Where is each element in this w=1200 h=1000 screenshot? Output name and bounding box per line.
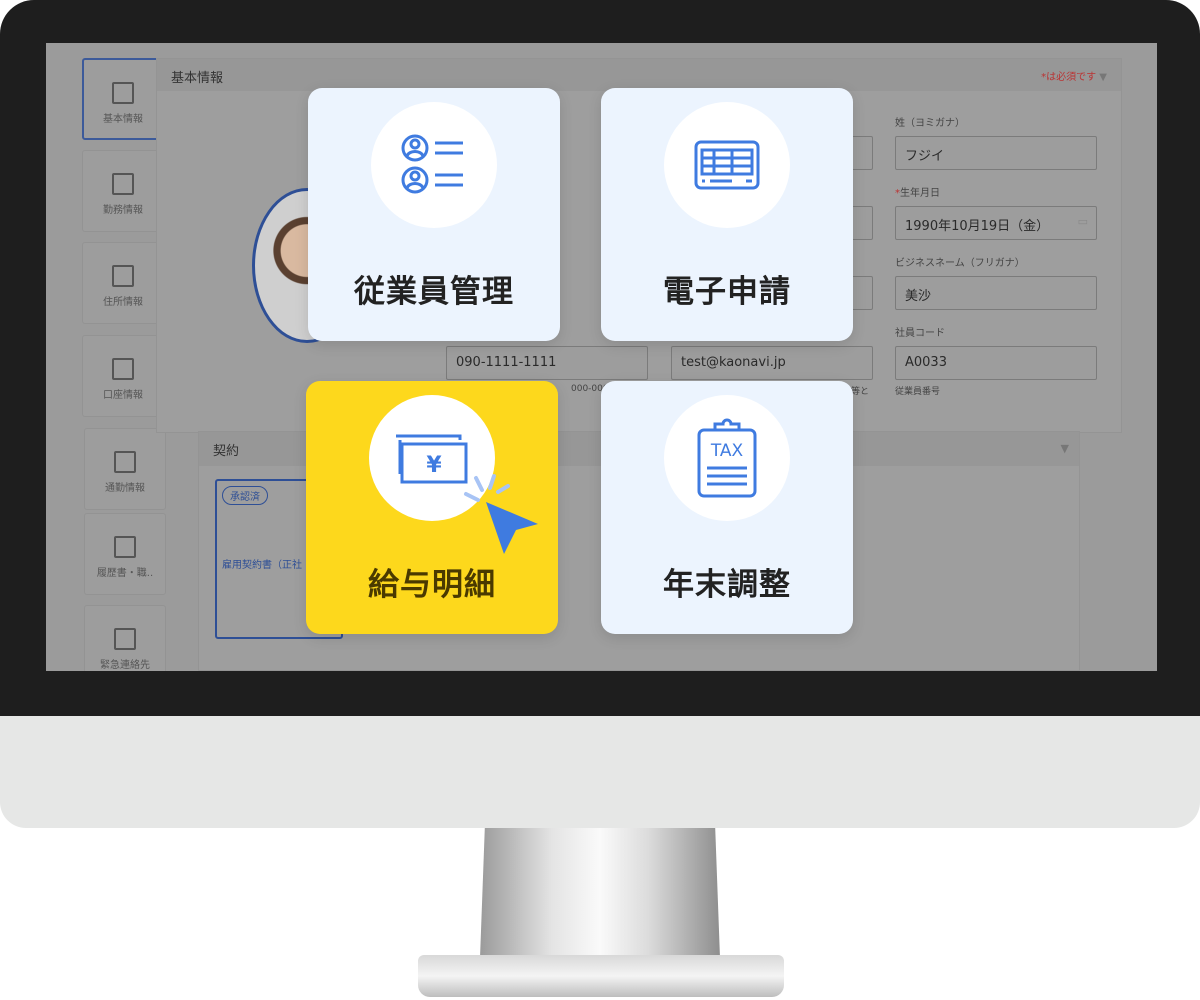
phone-input[interactable]: 090-1111-1111: [446, 346, 648, 380]
basic-info-header[interactable]: 基本情報 *は必須です ▼: [157, 59, 1121, 91]
edit-icon: [114, 628, 136, 650]
sidebar-item-basic[interactable]: 基本情報: [82, 58, 164, 140]
card-year-end-adjustment[interactable]: TAX 年末調整: [601, 381, 853, 634]
birthdate-input[interactable]: 1990年10月19日（金） ▭: [895, 206, 1097, 240]
employee-code-input[interactable]: A0033: [895, 346, 1097, 380]
tax-clipboard-icon: TAX: [664, 395, 790, 521]
form-table-icon: [664, 102, 790, 228]
monitor-chin: [0, 716, 1200, 828]
sidebar-item-work[interactable]: 勤務情報: [82, 150, 164, 232]
sidebar-item-emergency[interactable]: 緊急連絡先: [84, 605, 166, 671]
edit-icon: [112, 358, 134, 380]
kana-last-input[interactable]: フジイ: [895, 136, 1097, 170]
calendar-icon[interactable]: ▭: [1078, 215, 1088, 228]
card-employee-management[interactable]: 従業員管理: [308, 88, 560, 341]
email-input[interactable]: test@kaonavi.jp: [671, 346, 873, 380]
edit-icon: [114, 451, 136, 473]
employee-list-icon: [371, 102, 497, 228]
collapse-icon[interactable]: ▼: [1099, 72, 1107, 83]
edit-icon: [112, 265, 134, 287]
edit-icon: [112, 173, 134, 195]
svg-text:TAX: TAX: [710, 441, 744, 461]
sidebar-item-resume[interactable]: 履歴書・職..: [84, 513, 166, 595]
svg-text:¥: ¥: [426, 453, 442, 478]
monitor-foot: [418, 955, 784, 997]
status-badge: 承認済: [222, 486, 268, 505]
edit-icon: [114, 536, 136, 558]
card-e-application[interactable]: 電子申請: [601, 88, 853, 341]
business-name-kana-input[interactable]: 美沙: [895, 276, 1097, 310]
card-payslip[interactable]: ¥ 給与明細: [306, 381, 558, 634]
sidebar-item-commute[interactable]: 通勤情報: [84, 428, 166, 510]
monitor-stand: [480, 828, 720, 958]
edit-icon: [112, 82, 134, 104]
cursor-icon: [464, 474, 538, 554]
sidebar-item-address[interactable]: 住所情報: [82, 242, 164, 324]
sidebar-item-bank[interactable]: 口座情報: [82, 335, 164, 417]
collapse-icon[interactable]: ▼: [1061, 442, 1069, 455]
